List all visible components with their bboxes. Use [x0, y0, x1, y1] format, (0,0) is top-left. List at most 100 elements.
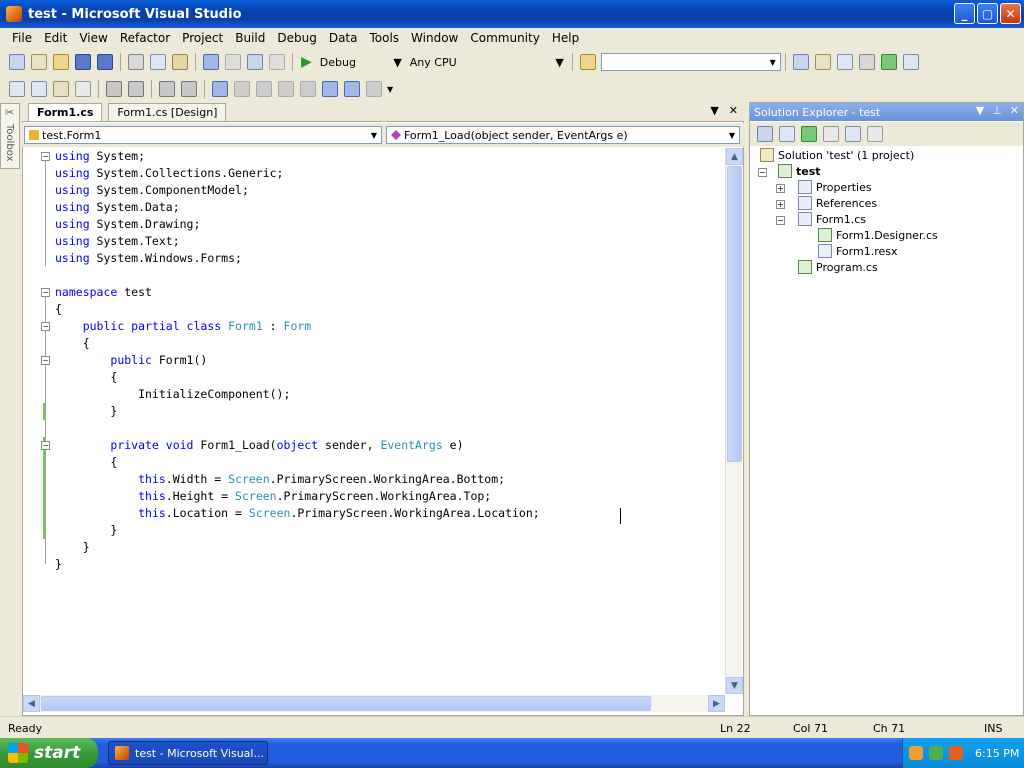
scroll-right-icon[interactable]: ▶ — [708, 695, 725, 712]
increase-indent-icon[interactable] — [128, 81, 144, 97]
add-item-icon[interactable] — [31, 54, 47, 70]
tree-item-form1-designer[interactable]: Form1.Designer.cs — [818, 227, 938, 243]
command-window-icon[interactable] — [902, 54, 919, 70]
view-code-icon[interactable] — [823, 126, 839, 142]
scroll-thumb[interactable] — [727, 166, 742, 462]
toolbar-options-icon[interactable]: ▼ — [387, 85, 393, 94]
member-list-icon[interactable] — [31, 81, 47, 97]
comment-lines-icon[interactable] — [159, 81, 175, 97]
start-debugging-icon[interactable]: ▶ — [301, 54, 312, 70]
vertical-scrollbar[interactable]: ▲ ▼ — [725, 148, 743, 694]
object-list-icon[interactable] — [9, 81, 25, 97]
menu-file[interactable]: File — [6, 31, 38, 45]
tree-item-references[interactable]: References — [798, 195, 877, 211]
active-files-dropdown-icon[interactable]: ▼ — [710, 104, 718, 117]
menu-debug[interactable]: Debug — [271, 31, 322, 45]
paste-icon[interactable] — [172, 54, 188, 70]
parameter-info-icon[interactable] — [53, 81, 69, 97]
previous-bookmark-icon[interactable] — [234, 81, 250, 97]
redo-icon[interactable] — [225, 54, 241, 70]
solution-configuration-combo[interactable]: Debug ▼ — [316, 53, 406, 71]
tree-item-solution[interactable]: Solution 'test' (1 project) — [760, 147, 914, 163]
navigate-backward-icon[interactable] — [247, 54, 263, 70]
menu-data[interactable]: Data — [323, 31, 364, 45]
save-icon[interactable] — [75, 54, 91, 70]
copy-icon[interactable] — [150, 54, 166, 70]
uncomment-lines-icon[interactable] — [181, 81, 197, 97]
object-browser-icon[interactable] — [836, 54, 853, 70]
tree-item-properties[interactable]: Properties — [798, 179, 872, 195]
tree-item-program[interactable]: Program.cs — [798, 259, 878, 275]
find-combo[interactable]: ▼ — [600, 53, 781, 71]
new-project-icon[interactable] — [9, 54, 25, 70]
properties-icon[interactable] — [757, 126, 773, 142]
solution-explorer-icon[interactable] — [792, 54, 809, 70]
taskbar-button-visual-studio[interactable]: test - Microsoft Visual... — [108, 741, 268, 765]
collapse-icon[interactable]: − — [41, 356, 50, 365]
menu-community[interactable]: Community — [464, 31, 545, 45]
collapse-icon[interactable]: − — [41, 152, 50, 161]
tray-network-icon[interactable] — [909, 746, 923, 760]
clear-bookmarks-icon[interactable] — [366, 81, 382, 97]
refresh-icon[interactable] — [801, 126, 817, 142]
open-file-icon[interactable] — [53, 54, 69, 70]
previous-bookmark-in-folder-icon[interactable] — [278, 81, 294, 97]
solution-platform-combo[interactable]: Any CPU ▼ — [406, 53, 568, 71]
expand-icon[interactable]: + — [776, 184, 785, 193]
scroll-up-icon[interactable]: ▲ — [726, 148, 743, 165]
menu-window[interactable]: Window — [405, 31, 464, 45]
tab-form1-design[interactable]: Form1.cs [Design] — [108, 103, 227, 121]
tray-search-icon[interactable] — [949, 746, 963, 760]
find-in-files-icon[interactable] — [579, 54, 596, 70]
menu-tools[interactable]: Tools — [363, 31, 405, 45]
cut-icon[interactable] — [128, 54, 144, 70]
menu-view[interactable]: View — [73, 31, 113, 45]
tree-item-form1[interactable]: Form1.cs — [798, 211, 866, 227]
collapse-icon[interactable]: − — [41, 322, 50, 331]
next-bookmark-icon[interactable] — [256, 81, 272, 97]
window-position-icon[interactable]: ▼ — [976, 104, 984, 117]
tree-item-project[interactable]: test — [778, 163, 821, 179]
next-bookmark-in-document-icon[interactable] — [344, 81, 360, 97]
close-button[interactable]: ✕ — [1000, 3, 1021, 24]
scroll-thumb[interactable] — [41, 696, 651, 711]
next-bookmark-in-folder-icon[interactable] — [300, 81, 316, 97]
scroll-down-icon[interactable]: ▼ — [726, 677, 743, 694]
decrease-indent-icon[interactable] — [106, 81, 122, 97]
previous-bookmark-in-document-icon[interactable] — [322, 81, 338, 97]
collapse-icon[interactable]: − — [758, 168, 767, 177]
properties-window-icon[interactable] — [814, 54, 831, 70]
start-page-icon[interactable] — [880, 54, 897, 70]
scroll-left-icon[interactable]: ◀ — [23, 695, 40, 712]
code-text-area[interactable]: − − − − − using System; using System.Coll… — [23, 148, 725, 694]
start-button[interactable]: start — [0, 738, 98, 768]
minimize-button[interactable]: _ — [954, 3, 975, 24]
tree-item-form1-resx[interactable]: Form1.resx — [818, 243, 898, 259]
tab-form1-cs[interactable]: Form1.cs — [28, 103, 103, 121]
close-panel-icon[interactable]: ✕ — [1010, 104, 1019, 117]
maximize-button[interactable]: ▢ — [977, 3, 998, 24]
collapse-icon[interactable]: − — [41, 288, 50, 297]
horizontal-scrollbar[interactable]: ◀ ▶ — [23, 695, 725, 712]
menu-project[interactable]: Project — [176, 31, 229, 45]
show-all-files-icon[interactable] — [779, 126, 795, 142]
members-combo[interactable]: Form1_Load(object sender, EventArgs e) ▼ — [386, 126, 740, 144]
save-all-icon[interactable] — [97, 54, 113, 70]
auto-hide-pin-icon[interactable]: ⊥ — [992, 104, 1002, 117]
view-designer-icon[interactable] — [845, 126, 861, 142]
toolbox-icon[interactable] — [858, 54, 875, 70]
close-document-icon[interactable]: ✕ — [729, 104, 738, 117]
undo-icon[interactable] — [203, 54, 219, 70]
toggle-bookmark-icon[interactable] — [212, 81, 228, 97]
toolbox-tab[interactable]: ✂ Toolbox — [0, 103, 20, 169]
menu-help[interactable]: Help — [546, 31, 585, 45]
menu-refactor[interactable]: Refactor — [114, 31, 176, 45]
types-combo[interactable]: test.Form1 ▼ — [24, 126, 382, 144]
complete-word-icon[interactable] — [75, 81, 91, 97]
navigate-forward-icon[interactable] — [269, 54, 285, 70]
menu-edit[interactable]: Edit — [38, 31, 73, 45]
menu-build[interactable]: Build — [229, 31, 271, 45]
collapse-icon[interactable]: − — [776, 216, 785, 225]
expand-icon[interactable]: + — [776, 200, 785, 209]
view-class-diagram-icon[interactable] — [867, 126, 883, 142]
